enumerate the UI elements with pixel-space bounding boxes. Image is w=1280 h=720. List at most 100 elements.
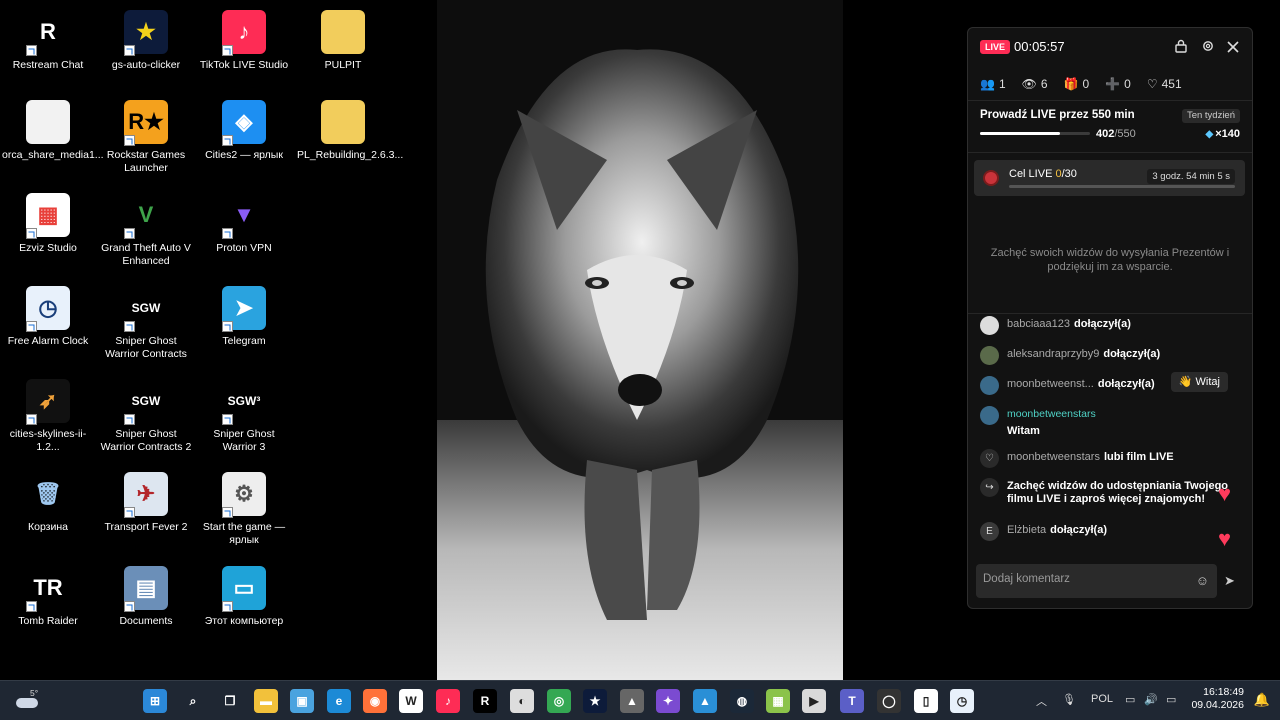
desktop-icon-telegram[interactable]: ➤ Telegram: [196, 286, 292, 348]
desktop-icon-cities-skylines-ii-1-2[interactable]: ➶ cities-skylines-ii-1.2...: [0, 379, 96, 454]
chat-item: aleksandraprzyby9 dołączył(a): [980, 346, 1244, 365]
chat-username[interactable]: babciaaa123: [1007, 318, 1070, 330]
desktop-icon-gs-auto-clicker[interactable]: ★ gs-auto-clicker: [98, 10, 194, 72]
desktop-icon-ezviz-studio[interactable]: ▦ Ezviz Studio: [0, 193, 96, 255]
desktop-icon-start-the-game-ярлык[interactable]: ⚙ Start the game — ярлык: [196, 472, 292, 547]
taskbar-teams-icon[interactable]: T: [840, 689, 864, 713]
desktop-icon-restream-chat[interactable]: R Restream Chat: [0, 10, 96, 72]
shortcut-arrow-icon: [26, 601, 37, 612]
desktop-icon-transport-fever-2[interactable]: ✈ Transport Fever 2: [98, 472, 194, 534]
desktop-icon-pulpit[interactable]: PULPIT: [295, 10, 391, 72]
taskbar-alarm-clock-icon[interactable]: ◷: [950, 689, 974, 713]
microphone-icon[interactable]: 🎙: [1062, 693, 1076, 706]
desktop-icon-rockstar-games-launcher[interactable]: R★ Rockstar Games Launcher: [98, 100, 194, 175]
gear-icon[interactable]: [1199, 39, 1217, 57]
wolf-wallpaper: [437, 0, 843, 680]
goal-period-button[interactable]: Ten tydzień: [1181, 109, 1240, 123]
language-indicator[interactable]: POL: [1091, 693, 1113, 705]
goal-progress-bar: [980, 132, 1090, 135]
taskbar-gs-auto-clicker-icon[interactable]: ★: [583, 689, 607, 713]
shortcut-arrow-icon: [222, 135, 233, 146]
orca-share-media1-icon: [26, 100, 70, 144]
stat-gifts: 🎁 0: [1064, 74, 1090, 94]
taskbar-restream-icon[interactable]: R: [473, 689, 497, 713]
desktop-icon-cities2-ярлык[interactable]: ◈ Cities2 — ярлык: [196, 100, 292, 162]
stat-value: 0: [1082, 77, 1090, 91]
desktop-icon-free-alarm-clock[interactable]: ◷ Free Alarm Clock: [0, 286, 96, 348]
taskbar-steam-icon[interactable]: ◍: [730, 689, 754, 713]
taskbar-search-icon[interactable]: ⌕: [181, 689, 205, 713]
tiktok-live-studio-icon: ♪: [222, 10, 266, 56]
comment-input[interactable]: [983, 573, 1183, 585]
comment-box[interactable]: ☺: [976, 564, 1217, 598]
taskbar-start-button-icon[interactable]: ⊞: [143, 689, 167, 713]
desktop-icon-label: Ezviz Studio: [19, 242, 77, 254]
avatar: [980, 316, 999, 335]
desktop-icon-label: Grand Theft Auto V Enhanced: [101, 242, 191, 267]
start-the-game-ярлык-icon: ⚙: [222, 472, 266, 518]
desktop-icon-orca-share-media1[interactable]: orca_share_media1...: [0, 100, 104, 162]
chat-item: E Elżbieta dołączył(a): [980, 522, 1244, 541]
taskbar-firefox-icon[interactable]: ◉: [363, 689, 387, 713]
taskbar-obs-icon[interactable]: ◯: [877, 689, 901, 713]
notification-bell-icon[interactable]: 🔔: [1254, 692, 1270, 708]
taskbar-photos-icon[interactable]: ▲: [693, 689, 717, 713]
chat-username[interactable]: aleksandraprzyby9: [1007, 348, 1099, 360]
chat-username[interactable]: moonbetweenstars: [1007, 408, 1096, 421]
desktop-icon-корзина[interactable]: 🗑 Корзина: [0, 472, 96, 534]
system-clock[interactable]: 16:18:49 09.04.2026: [1191, 686, 1244, 712]
send-icon[interactable]: ➤: [1224, 573, 1235, 589]
taskbar-task-view-icon[interactable]: ❐: [218, 689, 242, 713]
taskbar-chrome-icon[interactable]: ◎: [547, 689, 571, 713]
cloud-icon: [16, 698, 38, 708]
shortcut-arrow-icon: [124, 321, 135, 332]
desktop-icon-tiktok-live-studio[interactable]: ♪ TikTok LIVE Studio: [196, 10, 292, 72]
taskbar-map-app-icon[interactable]: ▦: [766, 689, 790, 713]
close-icon[interactable]: [1224, 39, 1242, 57]
taskbar-media-app-icon[interactable]: ✦: [656, 689, 680, 713]
desktop-icon-grand-theft-auto-v-enhanced[interactable]: V Grand Theft Auto V Enhanced: [98, 193, 194, 268]
emoji-icon[interactable]: ☺: [1196, 573, 1209, 588]
shortcut-arrow-icon: [26, 321, 37, 332]
chat-text: Zachęć widzów do udostępniania Twojego f…: [1007, 478, 1235, 506]
chat-username[interactable]: Elżbieta: [1007, 524, 1046, 536]
desktop-icon-sniper-ghost-warrior-3[interactable]: SGW³ Sniper Ghost Warrior 3: [196, 379, 292, 454]
desktop-icon-pl-rebuilding-2-6-3[interactable]: PL_Rebuilding_2.6.3...: [295, 100, 403, 162]
taskbar-control-panel-icon[interactable]: ▣: [290, 689, 314, 713]
desktop-icon-label: Этот компьютер: [204, 615, 284, 627]
lock-icon[interactable]: [1172, 39, 1190, 57]
battery-icon[interactable]: ▭: [1166, 693, 1176, 706]
floating-heart-icon: ♥: [1218, 526, 1232, 551]
weather-widget[interactable]: 5°: [16, 688, 39, 711]
views-icon: 👁: [1021, 77, 1037, 91]
volume-icon[interactable]: 🔊: [1144, 693, 1158, 706]
desktop-icon-label: PULPIT: [324, 59, 362, 71]
clock-date: 09.04.2026: [1191, 699, 1244, 711]
chevron-up-icon[interactable]: ︿: [1036, 693, 1047, 709]
taskbar-hat-app-icon[interactable]: ▲: [620, 689, 644, 713]
taskbar-media-player-icon[interactable]: ▶: [802, 689, 826, 713]
taskbar-file-explorer-icon[interactable]: ▬: [254, 689, 278, 713]
chat-username[interactable]: moonbetweenstars: [1007, 451, 1100, 463]
taskbar-edge-icon[interactable]: e: [327, 689, 351, 713]
desktop-icon-documents[interactable]: ▤ Documents: [98, 566, 194, 628]
chat-username[interactable]: moonbetweenst...: [1007, 378, 1094, 390]
taskbar-notepad-icon[interactable]: ▯: [914, 689, 938, 713]
taskbar-tiktok-live-icon[interactable]: ♪: [436, 689, 460, 713]
desktop-icon-sniper-ghost-warrior-contracts-2[interactable]: SGW Sniper Ghost Warrior Contracts 2: [98, 379, 194, 454]
shortcut-arrow-icon: [26, 228, 37, 239]
desktop-icon-этот-компьютер[interactable]: ▭ Этот компьютер: [196, 566, 292, 628]
desktop-icon-sniper-ghost-warrior-contracts[interactable]: SGW Sniper Ghost Warrior Contracts: [98, 286, 194, 361]
taskbar-wd-app-icon[interactable]: W: [399, 689, 423, 713]
welcome-button[interactable]: 👋 Witaj: [1170, 372, 1228, 392]
live-goal-card[interactable]: Cel LIVE 0/30 3 godz. 54 min 5 s: [974, 160, 1245, 196]
taskbar-nv-app-icon[interactable]: ◐: [510, 689, 534, 713]
cities2-ярлык-icon: ◈: [222, 100, 266, 146]
desktop-icon-proton-vpn[interactable]: ▼ Proton VPN: [196, 193, 292, 255]
display-icon[interactable]: ▭: [1125, 693, 1135, 706]
live-header: LIVE 00:05:57: [968, 28, 1252, 68]
stat-viewers: 👥 1: [980, 74, 1006, 94]
weather-temp: 5°: [30, 688, 39, 698]
desktop-icon-tomb-raider[interactable]: TR Tomb Raider: [0, 566, 96, 628]
live-stats: 👥 1 👁 6 🎁 0 ➕ 0 ♡ 451: [980, 74, 1240, 94]
